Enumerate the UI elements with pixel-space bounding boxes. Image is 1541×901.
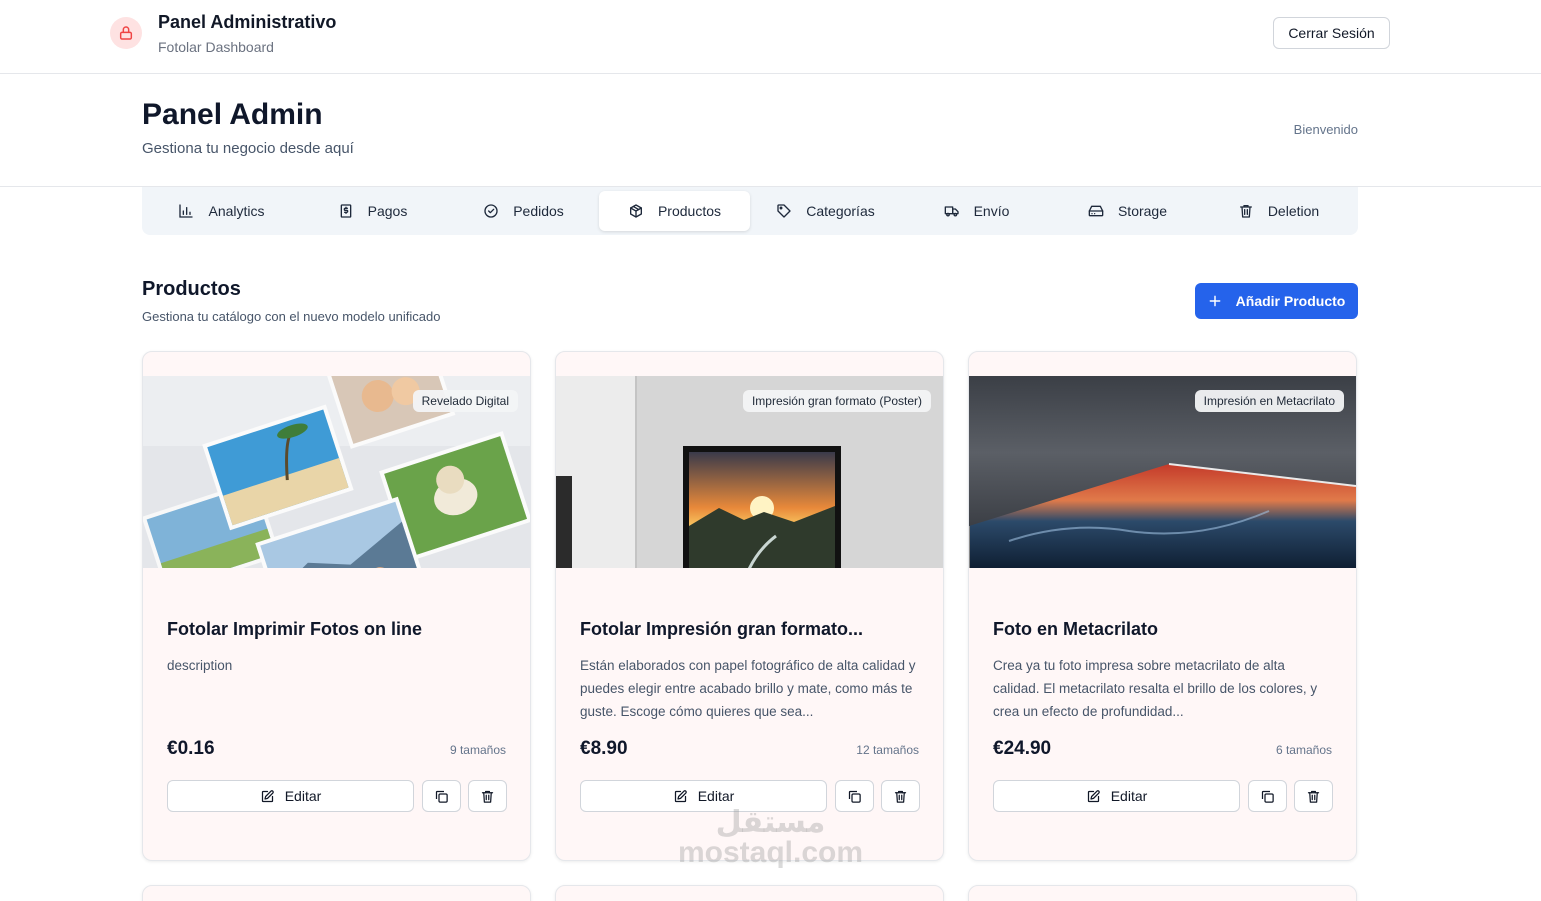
edit-label: Editar [697,788,735,804]
copy-icon [435,790,448,803]
product-description: Están elaborados con papel fotográfico d… [580,658,916,719]
app-title: Panel Administrativo [158,12,337,32]
product-card: Revelado Digital Fotolar Imprimir Fotos … [142,351,531,861]
lock-icon [110,17,142,49]
category-badge: Impresión en Metacrilato [1194,390,1344,412]
product-price: €24.90 [993,738,1052,759]
tab-label: Pagos [367,203,408,219]
product-card: Impresión en Metacrilato Foto en Metacri… [968,351,1357,861]
product-title: Foto en Metacrilato [993,619,1159,639]
hard-drive-icon [1088,205,1104,217]
tab-label: Storage [1117,203,1168,219]
product-description: description [167,658,233,673]
tab-pedidos[interactable]: Pedidos [448,191,599,231]
product-sizes: 9 tamaños [449,743,506,757]
watermark: مستقل mostaql.com [678,808,863,868]
edit-label: Editar [284,788,322,804]
trash-icon [1239,205,1252,218]
product-sizes: 6 tamaños [1275,743,1332,757]
edit-button[interactable]: Editar [167,780,414,812]
tab-deletion[interactable]: Deletion [1203,191,1354,231]
copy-icon [848,790,861,803]
product-sizes: 12 tamaños [856,743,919,757]
page-header: Panel Admin Gestiona tu negocio desde aq… [0,74,1541,187]
receipt-icon [340,204,351,218]
plus-icon [1209,295,1221,307]
category-badge: Revelado Digital [412,390,518,412]
product-card [555,885,944,901]
page-title: Panel Admin [142,98,323,131]
product-image: Revelado Digital [143,376,530,568]
delete-button[interactable] [1294,780,1333,812]
category-badge: Impresión gran formato (Poster) [742,390,931,412]
delete-button[interactable] [468,780,507,812]
tab-productos[interactable]: Productos [599,191,750,231]
app-subtitle: Fotolar Dashboard [158,39,274,55]
tab-pagos[interactable]: Pagos [297,191,448,231]
product-card: Impresión gran formato (Poster) Fotolar … [555,351,944,861]
tab-envio[interactable]: Envío [901,191,1052,231]
edit-button[interactable]: Editar [993,780,1240,812]
check-circle-icon [484,204,498,218]
edit-label: Editar [1110,788,1148,804]
add-product-button[interactable]: Añadir Producto [1195,283,1358,319]
truck-icon [944,206,959,217]
tag-icon [777,204,791,218]
bar-chart-icon [179,204,194,218]
welcome-text: Bienvenido [1293,122,1358,137]
tab-categorias[interactable]: Categorías [750,191,901,231]
tab-label: Envío [973,203,1010,219]
top-header: Panel Administrativo Fotolar Dashboard C… [0,0,1541,74]
trash-icon [894,790,907,803]
product-card [142,885,531,901]
duplicate-button[interactable] [422,780,461,812]
tab-storage[interactable]: Storage [1052,191,1203,231]
tab-label: Productos [657,203,722,219]
copy-icon [1261,790,1274,803]
product-image: Impresión en Metacrilato [969,376,1356,568]
product-card [968,885,1357,901]
product-title: Fotolar Impresión gran formato... [580,619,864,639]
product-title: Fotolar Imprimir Fotos on line [167,619,423,639]
watermark-arabic: مستقل [715,806,826,839]
edit-icon [674,789,687,802]
trash-icon [481,790,494,803]
tab-label: Categorías [806,203,875,219]
product-description: Crea ya tu foto impresa sobre metacrilat… [993,658,1318,719]
tab-label: Pedidos [513,203,564,219]
product-price: €8.90 [580,738,628,759]
package-icon [629,204,642,218]
admin-tabs: Analytics Pagos Pedidos Productos Catego… [142,187,1358,235]
product-image: Impresión gran formato (Poster) [556,376,943,568]
section-title: Productos [142,278,241,300]
tab-label: Deletion [1267,203,1320,219]
duplicate-button[interactable] [1248,780,1287,812]
tab-label: Analytics [208,203,265,219]
logout-button[interactable]: Cerrar Sesión [1273,17,1390,49]
product-price: €0.16 [167,738,215,759]
delete-button[interactable] [881,780,920,812]
page-subtitle: Gestiona tu negocio desde aquí [142,140,354,157]
add-product-label: Añadir Producto [1235,293,1346,309]
edit-icon [261,789,274,802]
tab-analytics[interactable]: Analytics [146,191,297,231]
trash-icon [1307,790,1320,803]
section-subtitle: Gestiona tu catálogo con el nuevo modelo… [142,309,441,324]
watermark-latin: mostaql.com [678,836,864,869]
edit-icon [1087,789,1100,802]
